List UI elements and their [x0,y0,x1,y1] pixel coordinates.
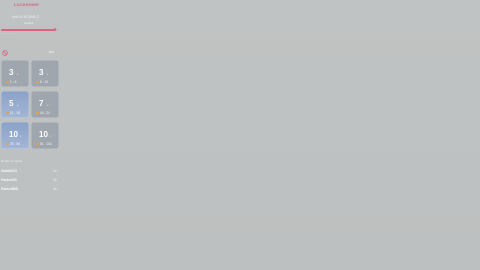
brand-title: LUCKSHINE [14,2,40,7]
ban-icon[interactable] [2,50,8,56]
leaderboard-title: Ronde 10 beste [1,159,23,163]
leaderboard-row: Sbatik003 1x [1,169,61,175]
tile-range: 6 - 10 [40,79,49,84]
multiplier-tile[interactable]: 3 x 6 - 10 [31,60,59,87]
player-name: Pasko400 [1,178,17,182]
round-progress-fill [1,29,55,31]
player-multiplier: 3x [53,187,57,191]
coin-icon [6,111,9,114]
round-subtitle: Ascent [24,21,34,25]
multiplier-tile[interactable]: 3 x 1 - 5 [1,60,29,87]
leaderboard-row: Paulo4888 3x [1,187,61,193]
multiplier-tile[interactable]: 7 x 16 - 24 [31,91,59,118]
coin-icon [36,80,39,83]
round-progress-bar [1,28,59,31]
tile-unit: x [50,135,52,138]
player-name: Sbatik003 [1,169,17,173]
tile-unit: x [17,104,19,107]
header-value: 800 [49,50,55,54]
tile-value: 10 [39,130,48,139]
player-multiplier: 1x [53,169,57,173]
tile-range: 51 - 100 [40,141,52,146]
round-title: Unit 02 ROUND 2 [12,15,39,19]
side-panel: LUCKSHINE Unit 02 ROUND 2 Ascent - - - -… [0,0,62,200]
coin-icon [36,142,39,145]
tile-unit: x [17,73,19,76]
tile-value: 5 [9,99,14,108]
leaderboard-row: Pasko400 2x [1,178,61,184]
multiplier-tile[interactable]: 10 x 51 - 100 [31,122,59,149]
coin-icon [6,142,9,145]
player-multiplier: 2x [53,178,57,182]
tile-range: 16 - 24 [40,110,50,115]
progress-label: - - - - - - - - - - - [1,31,18,35]
tile-value: 3 [39,68,44,77]
tile-value: 10 [9,130,18,139]
tile-range: 1 - 5 [10,79,17,84]
round-progress-knob [53,28,57,31]
tile-range: 25 - 50 [10,141,20,146]
multiplier-tile[interactable]: 10 x 25 - 50 [1,122,29,149]
tile-value: 3 [9,68,14,77]
coin-icon [6,80,9,83]
tile-unit: x [47,104,49,107]
game-screen: LUCKSHINE Unit 02 ROUND 2 Ascent - - - -… [0,0,480,270]
coin-icon [36,111,39,114]
tile-unit: x [20,135,22,138]
tile-value: 7 [39,99,44,108]
tile-range: 11 - 15 [10,110,20,115]
player-name: Paulo4888 [1,187,18,191]
multiplier-tile[interactable]: 5 x 11 - 15 [1,91,29,118]
tile-unit: x [47,73,49,76]
